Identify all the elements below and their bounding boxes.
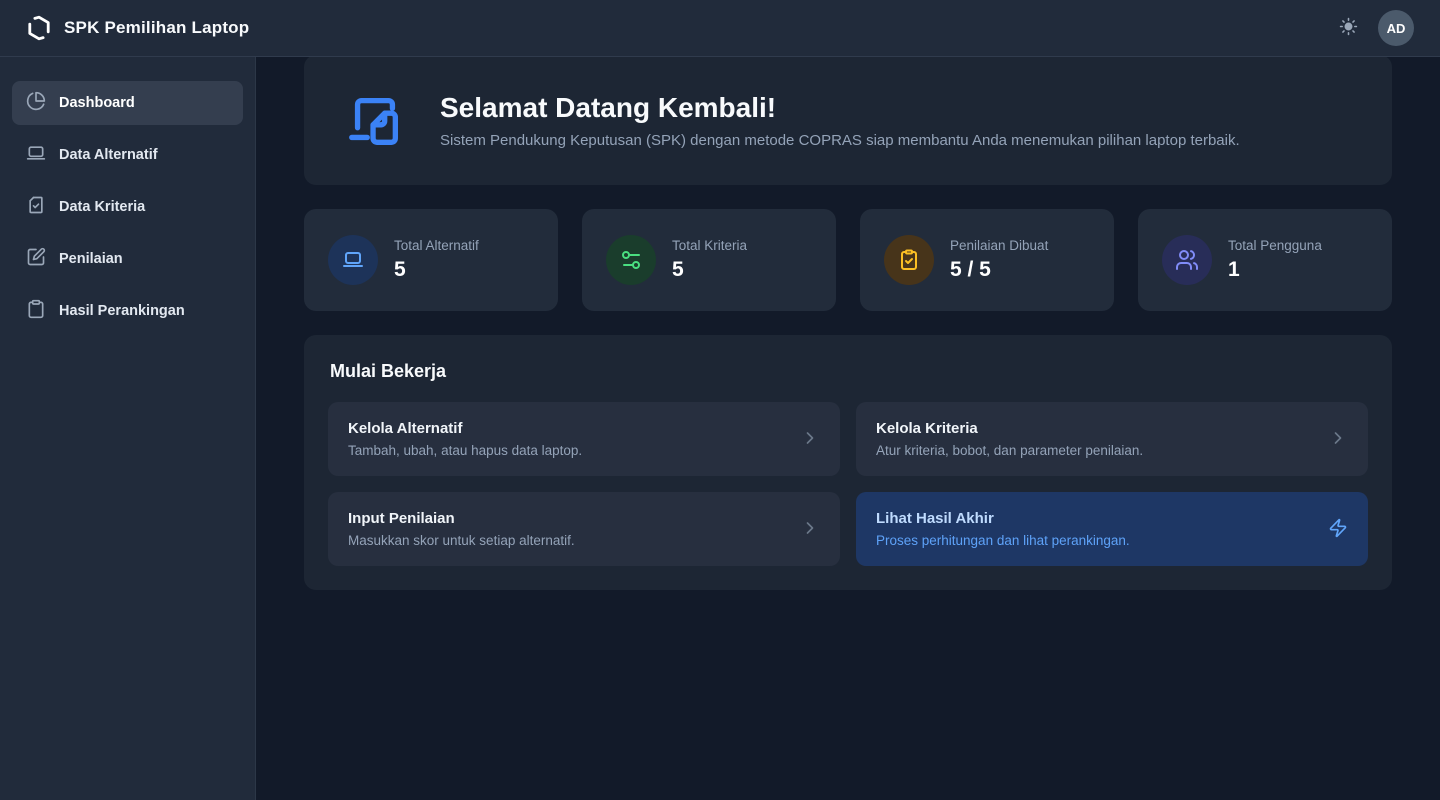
app-logo-icon	[26, 15, 52, 41]
quick-start-grid: Kelola Alternatif Tambah, ubah, atau hap…	[328, 402, 1368, 566]
stat-value: 5 / 5	[950, 258, 1048, 282]
brand: SPK Pemilihan Laptop	[26, 15, 249, 41]
stat-value: 5	[672, 258, 747, 282]
sidebar-item-penilaian[interactable]: Penilaian	[12, 237, 243, 281]
stat-value: 5	[394, 258, 479, 282]
settings-sliders-icon	[606, 235, 656, 285]
sun-icon	[1339, 17, 1358, 39]
stat-label: Penilaian Dibuat	[950, 238, 1048, 253]
action-description: Atur kriteria, bobot, dan parameter peni…	[876, 443, 1143, 458]
laptop-icon	[328, 235, 378, 285]
zap-icon	[1328, 518, 1348, 541]
action-title: Lihat Hasil Akhir	[876, 510, 1130, 527]
welcome-title: Selamat Datang Kembali!	[440, 92, 1240, 124]
main-content: Selamat Datang Kembali! Sistem Pendukung…	[256, 0, 1440, 630]
app-title: SPK Pemilihan Laptop	[64, 18, 249, 38]
clipboard-check-icon	[26, 195, 46, 219]
pie-chart-icon	[26, 91, 46, 115]
clipboard-icon	[26, 299, 46, 323]
stat-label: Total Alternatif	[394, 238, 479, 253]
sidebar-item-data-kriteria[interactable]: Data Kriteria	[12, 185, 243, 229]
stat-card-total-pengguna: Total Pengguna 1	[1138, 209, 1392, 311]
quick-start-title: Mulai Bekerja	[328, 361, 1368, 382]
header-actions: AD	[1339, 10, 1414, 46]
lihat-hasil-akhir-button[interactable]: Lihat Hasil Akhir Proses perhitungan dan…	[856, 492, 1368, 566]
sidebar-item-label: Hasil Perankingan	[59, 303, 185, 319]
sidebar-item-dashboard[interactable]: Dashboard	[12, 81, 243, 125]
action-description: Tambah, ubah, atau hapus data laptop.	[348, 443, 582, 458]
theme-toggle-button[interactable]	[1339, 17, 1358, 39]
sidebar-item-hasil-perankingan[interactable]: Hasil Perankingan	[12, 289, 243, 333]
stat-card-total-alternatif: Total Alternatif 5	[304, 209, 558, 311]
action-title: Kelola Kriteria	[876, 420, 1143, 437]
kelola-alternatif-button[interactable]: Kelola Alternatif Tambah, ubah, atau hap…	[328, 402, 840, 476]
action-title: Input Penilaian	[348, 510, 575, 527]
sidebar-item-label: Dashboard	[59, 95, 135, 111]
action-title: Kelola Alternatif	[348, 420, 582, 437]
sidebar-item-label: Penilaian	[59, 251, 123, 267]
chevron-right-icon	[800, 518, 820, 541]
laptop-icon	[26, 143, 46, 167]
welcome-card: Selamat Datang Kembali! Sistem Pendukung…	[304, 55, 1392, 185]
stat-card-total-kriteria: Total Kriteria 5	[582, 209, 836, 311]
input-penilaian-button[interactable]: Input Penilaian Masukkan skor untuk seti…	[328, 492, 840, 566]
sidebar: Dashboard Data Alternatif Data Kriteria …	[0, 57, 256, 800]
users-icon	[1162, 235, 1212, 285]
chevron-right-icon	[1328, 428, 1348, 451]
stat-label: Total Kriteria	[672, 238, 747, 253]
user-avatar[interactable]: AD	[1378, 10, 1414, 46]
quick-start-card: Mulai Bekerja Kelola Alternatif Tambah, …	[304, 335, 1392, 590]
laptop-file-icon	[344, 89, 406, 151]
square-pen-icon	[26, 247, 46, 271]
stat-value: 1	[1228, 258, 1322, 282]
sidebar-item-data-alternatif[interactable]: Data Alternatif	[12, 133, 243, 177]
action-description: Proses perhitungan dan lihat perankingan…	[876, 533, 1130, 548]
sidebar-item-label: Data Kriteria	[59, 199, 145, 215]
action-description: Masukkan skor untuk setiap alternatif.	[348, 533, 575, 548]
stat-card-penilaian-dibuat: Penilaian Dibuat 5 / 5	[860, 209, 1114, 311]
clipboard-check-icon	[884, 235, 934, 285]
welcome-subtitle: Sistem Pendukung Keputusan (SPK) dengan …	[440, 132, 1240, 149]
top-header: SPK Pemilihan Laptop AD	[0, 0, 1440, 57]
chevron-right-icon	[800, 428, 820, 451]
sidebar-item-label: Data Alternatif	[59, 147, 158, 163]
welcome-text: Selamat Datang Kembali! Sistem Pendukung…	[440, 92, 1240, 149]
stats-row: Total Alternatif 5 Total Kriteria 5	[304, 209, 1392, 311]
kelola-kriteria-button[interactable]: Kelola Kriteria Atur kriteria, bobot, da…	[856, 402, 1368, 476]
stat-label: Total Pengguna	[1228, 238, 1322, 253]
